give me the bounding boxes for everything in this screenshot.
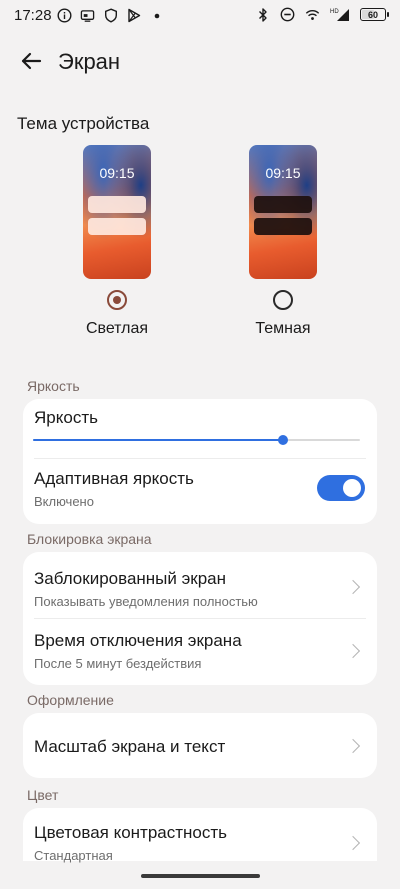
- brightness-slider-label: Яркость: [34, 408, 98, 427]
- theme-preview-light[interactable]: 09:15: [83, 145, 151, 279]
- dot-icon: [149, 8, 164, 23]
- color-section-title: Цвет: [27, 787, 59, 803]
- play-store-icon: [126, 8, 141, 23]
- theme-light-radio[interactable]: [107, 290, 127, 310]
- locked-screen-row[interactable]: Заблокированный экран Показывать уведомл…: [23, 552, 377, 618]
- preview-time: 09:15: [99, 165, 135, 181]
- shield-icon: [103, 8, 118, 23]
- appearance-section-title: Оформление: [27, 692, 114, 708]
- color-contrast-row[interactable]: Цветовая контрастность Стандартная: [23, 808, 377, 863]
- chevron-right-icon: [345, 835, 361, 851]
- wifi-icon: [305, 7, 320, 22]
- theme-dark-radio[interactable]: [273, 290, 293, 310]
- slider-thumb[interactable]: [278, 435, 289, 445]
- theme-option-dark[interactable]: 09:15 Темная: [238, 145, 328, 338]
- chevron-right-icon: [345, 579, 361, 595]
- chevron-right-icon: [345, 643, 361, 659]
- display-scale-row[interactable]: Масштаб экрана и текст: [23, 713, 377, 778]
- toggle-knob: [343, 479, 361, 497]
- preview-card: [88, 218, 146, 235]
- lock-screen-card: Заблокированный экран Показывать уведомл…: [23, 552, 377, 685]
- status-right-icons: HD 60: [255, 7, 389, 22]
- battery-icon: 60: [360, 8, 389, 21]
- cast-icon: [80, 8, 95, 23]
- color-card: Цветовая контрастность Стандартная: [23, 808, 377, 863]
- page-title: Экран: [58, 49, 121, 74]
- status-left-icons: [57, 8, 164, 23]
- display-scale-title: Масштаб экрана и текст: [34, 737, 226, 756]
- color-contrast-title: Цветовая контрастность: [34, 823, 228, 842]
- theme-option-light[interactable]: 09:15 Светлая: [72, 145, 162, 338]
- locked-screen-subtitle: Показывать уведомления полностью: [34, 594, 258, 609]
- brightness-slider[interactable]: [33, 431, 360, 449]
- preview-card: [88, 196, 146, 213]
- preview-card: [254, 218, 312, 235]
- brightness-section-title: Яркость: [27, 378, 80, 394]
- theme-dark-label: Темная: [255, 320, 311, 337]
- navigation-handle[interactable]: [141, 874, 260, 878]
- theme-preview-dark[interactable]: 09:15: [249, 145, 317, 279]
- status-time: 17:28: [14, 7, 52, 24]
- locked-screen-title: Заблокированный экран: [34, 569, 227, 588]
- preview-card: [254, 196, 312, 213]
- appearance-card: Масштаб экрана и текст: [23, 713, 377, 778]
- adaptive-brightness-row[interactable]: Адаптивная яркость Включено: [23, 459, 377, 524]
- slider-fill: [33, 439, 284, 441]
- signal-label: HD: [330, 9, 339, 15]
- color-contrast-subtitle: Стандартная: [34, 848, 113, 863]
- status-bar: 17:28 HD 60: [0, 0, 400, 32]
- theme-light-label: Светлая: [85, 320, 149, 337]
- preview-time: 09:15: [265, 165, 301, 181]
- lock-screen-section-title: Блокировка экрана: [27, 531, 152, 547]
- battery-text: 60: [367, 9, 378, 20]
- chevron-right-icon: [345, 738, 361, 754]
- adaptive-brightness-toggle[interactable]: [317, 475, 365, 501]
- arrow-left-icon: [21, 52, 42, 70]
- screen-timeout-row[interactable]: Время отключения экрана После 5 минут бе…: [23, 619, 377, 685]
- screen-timeout-subtitle: После 5 минут бездействия: [34, 656, 202, 671]
- do-not-disturb-icon: [280, 7, 295, 22]
- back-button[interactable]: [16, 48, 46, 74]
- info-icon: [57, 8, 72, 23]
- adaptive-brightness-status: Включено: [34, 494, 94, 509]
- adaptive-brightness-title: Адаптивная яркость: [34, 469, 194, 488]
- app-header: Экран: [0, 36, 400, 86]
- screen-timeout-title: Время отключения экрана: [34, 631, 242, 650]
- signal-icon: HD: [330, 7, 350, 22]
- bluetooth-icon: [255, 7, 270, 22]
- brightness-card: Яркость Адаптивная яркость Включено: [23, 399, 377, 524]
- theme-section-title: Тема устройства: [17, 114, 150, 133]
